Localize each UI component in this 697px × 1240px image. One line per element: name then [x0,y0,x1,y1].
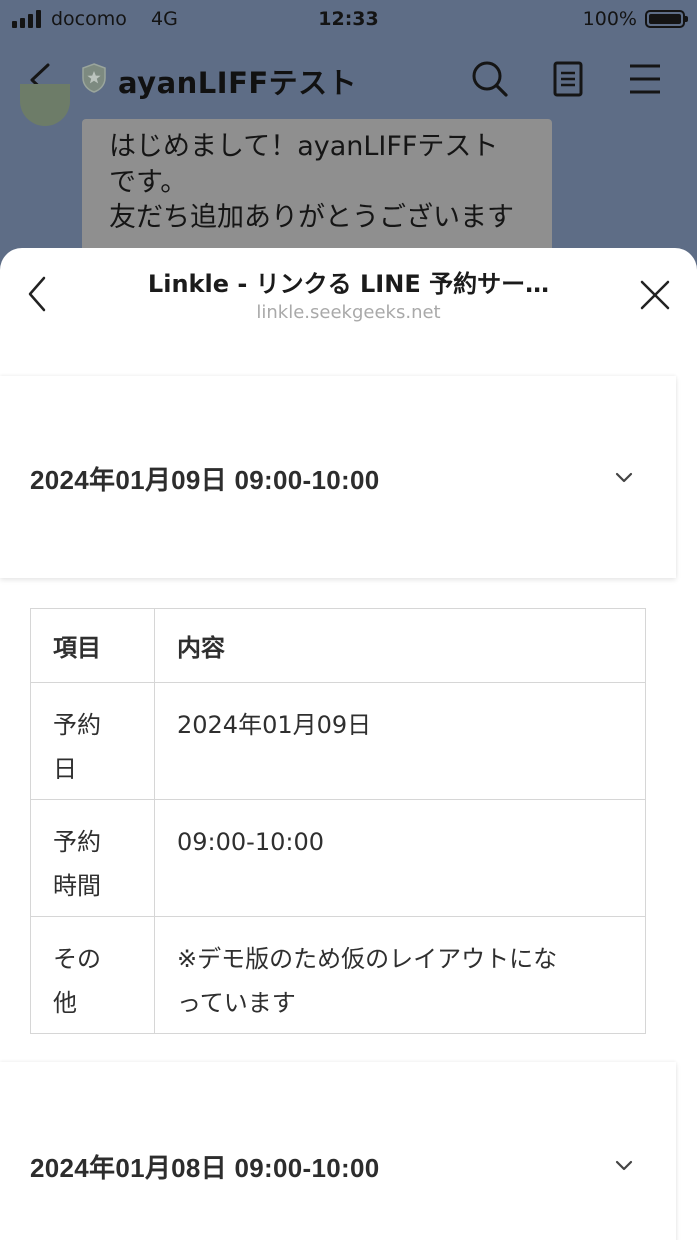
item-text: 時間 [53,872,101,900]
value-cell: ※デモ版のため仮のレイアウトにな っています [154,916,646,1034]
notes-icon[interactable] [547,58,589,100]
battery-icon [645,10,688,28]
item-cell: 予約 時間 [30,799,155,917]
value-text: っています [177,989,296,1017]
item-text: その [53,945,101,973]
table-row: その 他 ※デモ版のため仮のレイアウトにな っています [30,916,646,1034]
sheet-title: Linkle - リンクる LINE 予約サー… [147,270,550,298]
reservation-detail-table: 項目 内容 予約 日 2024年01月09日 予約 時間 09:00-10:00 [30,608,646,1034]
item-text: 日 [53,755,77,783]
menu-icon[interactable] [624,58,666,100]
status-bar: docomo 4G 12:33 100% [0,0,697,38]
reservation-label: 2024年01月09日 09:00-10:00 [30,465,380,495]
chevron-down-icon[interactable] [612,470,636,486]
table-header-row: 項目 内容 [30,608,646,683]
reservation-accordion[interactable]: 2024年01月08日 09:00-10:00 [0,1062,676,1240]
chevron-down-icon[interactable] [612,1158,636,1174]
liff-sheet: Linkle - リンクる LINE 予約サー… linkle.seekgeek… [0,248,697,1240]
message-line: 友だち追加ありがとうございます [109,202,514,233]
sheet-back-icon[interactable] [22,274,52,314]
message-line: はじめまして！ayanLIFFテスト [109,131,499,162]
table-row: 予約 日 2024年01月09日 [30,682,646,800]
value-cell: 2024年01月09日 [154,682,646,800]
item-text: 他 [53,989,77,1017]
value-text: ※デモ版のため仮のレイアウトにな [177,945,558,973]
chat-title: ayanLIFFテスト [118,66,358,100]
close-icon[interactable] [638,278,672,312]
item-cell: その 他 [30,916,155,1034]
reservation-list: 2024年01月09日 09:00-10:00 項目 内容 予約 日 2024年… [0,344,697,1240]
item-text: 予約 [53,828,101,856]
battery-percent: 100% [582,8,637,30]
message-line: です。 [109,166,188,198]
sheet-header: Linkle - リンクる LINE 予約サー… linkle.seekgeek… [0,248,697,344]
chat-header: ayanLIFFテスト [0,48,697,110]
reservation-label: 2024年01月08日 09:00-10:00 [30,1153,380,1183]
search-icon[interactable] [469,58,511,100]
sheet-url: linkle.seekgeeks.net [256,302,441,323]
column-header: 内容 [154,608,646,683]
reservation-accordion[interactable]: 2024年01月09日 09:00-10:00 [0,376,676,578]
column-header: 項目 [30,608,155,683]
avatar [20,84,70,126]
table-row: 予約 時間 09:00-10:00 [30,799,646,917]
item-text: 予約 [53,711,101,739]
official-account-badge-icon [82,63,106,93]
value-cell: 09:00-10:00 [154,799,646,917]
item-cell: 予約 日 [30,682,155,800]
chat-message-bubble: はじめまして！ayanLIFFテスト です。 友だち追加ありがとうございます [82,119,552,259]
